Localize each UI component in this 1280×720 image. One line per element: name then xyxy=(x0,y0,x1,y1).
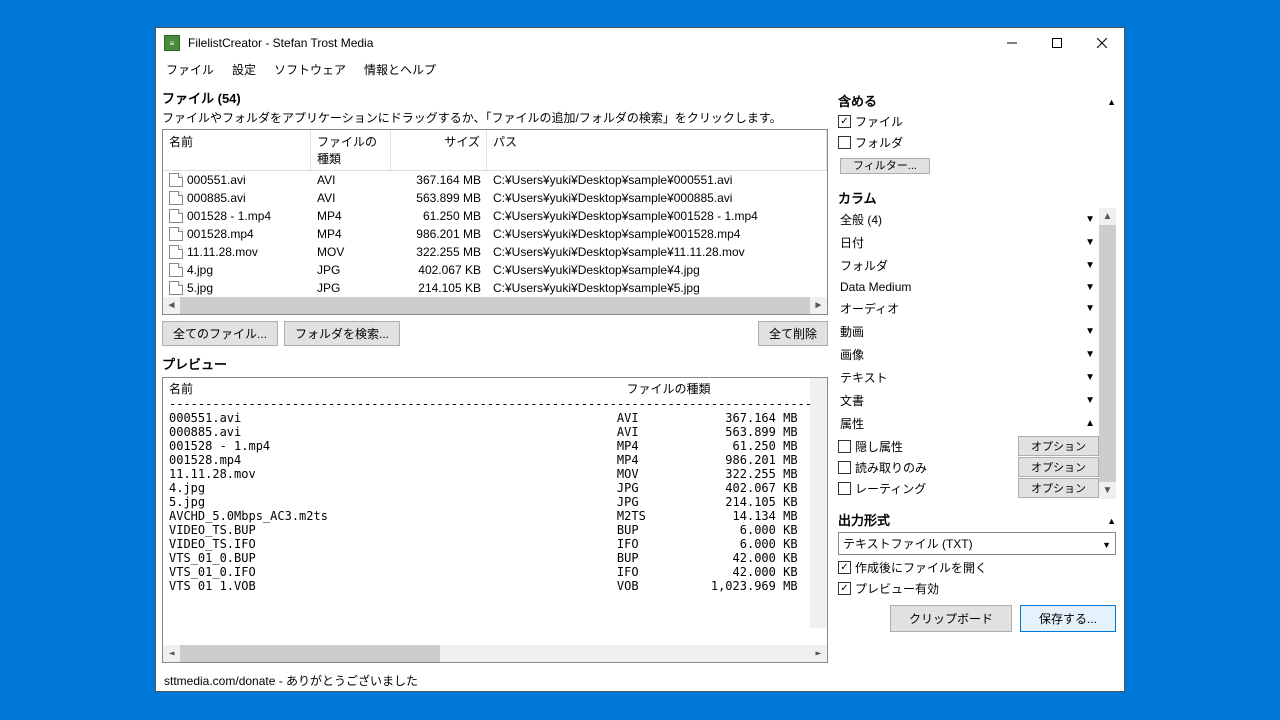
column-item[interactable]: 文書▼ xyxy=(838,389,1099,412)
column-item[interactable]: オーディオ▼ xyxy=(838,297,1099,320)
column-item[interactable]: テキスト▼ xyxy=(838,366,1099,389)
chevron-icon: ▲ xyxy=(1085,418,1095,429)
preview-line: 5.jpg JPG 214.105 KB C:\U: xyxy=(169,495,825,509)
include-header: 含める xyxy=(838,91,877,110)
titlebar: ≡ FilelistCreator - Stefan Trost Media xyxy=(156,28,1124,58)
chevron-icon: ▼ xyxy=(1085,395,1095,406)
menu-settings[interactable]: 設定 xyxy=(228,59,260,80)
columns-header: カラム xyxy=(838,188,877,207)
chevron-icon: ▼ xyxy=(1085,349,1095,360)
include-folder-checkbox[interactable]: フォルダ xyxy=(838,134,1116,151)
preview-header: プレビュー xyxy=(162,354,828,373)
column-item[interactable]: 全般 (4)▼ xyxy=(838,208,1099,231)
preview-v-scrollbar[interactable] xyxy=(810,378,827,628)
file-icon xyxy=(169,263,183,277)
preview-line: 4.jpg JPG 402.067 KB C:\U: xyxy=(169,481,825,495)
preview-on-checkbox[interactable]: ✓プレビュー有効 xyxy=(838,580,1116,597)
chevron-icon: ▼ xyxy=(1085,326,1095,337)
window-title: FilelistCreator - Stefan Trost Media xyxy=(188,36,989,50)
column-item[interactable]: Data Medium▼ xyxy=(838,277,1099,297)
menu-file[interactable]: ファイル xyxy=(162,59,218,80)
col-name[interactable]: 名前 xyxy=(163,130,311,170)
preview-h-scrollbar[interactable]: ◄► xyxy=(163,645,827,662)
column-item[interactable]: 画像▼ xyxy=(838,343,1099,366)
preview-line: 000885.avi AVI 563.899 MB C:\U: xyxy=(169,425,825,439)
table-row[interactable]: 001528 - 1.mp4MP461.250 MBC:¥Users¥yuki¥… xyxy=(163,207,827,225)
file-icon xyxy=(169,173,183,187)
option-button[interactable]: オプション xyxy=(1018,436,1099,456)
file-icon xyxy=(169,281,183,295)
column-item[interactable]: 属性▲ xyxy=(838,412,1099,435)
close-button[interactable] xyxy=(1079,28,1124,58)
collapse-icon[interactable] xyxy=(1107,512,1116,527)
table-row[interactable]: 11.11.28.movMOV322.255 MBC:¥Users¥yuki¥D… xyxy=(163,243,827,261)
delete-all-button[interactable]: 全て削除 xyxy=(758,321,828,346)
clipboard-button[interactable]: クリップボード xyxy=(890,605,1012,632)
chevron-icon: ▼ xyxy=(1085,282,1095,293)
all-files-button[interactable]: 全てのファイル... xyxy=(162,321,278,346)
preview-line: VTS_01_0.IFO IFO 42.000 KB C:\U: xyxy=(169,565,825,579)
attr_hidden-checkbox[interactable]: 隠し属性 xyxy=(838,438,903,455)
output-header: 出力形式 xyxy=(838,510,890,529)
column-item[interactable]: 動画▼ xyxy=(838,320,1099,343)
output-format-select[interactable]: テキストファイル (TXT) xyxy=(838,532,1116,555)
menu-software[interactable]: ソフトウェア xyxy=(270,59,350,80)
app-icon: ≡ xyxy=(164,35,180,51)
status-bar: sttmedia.com/donate - ありがとうございました xyxy=(156,669,1124,691)
chevron-icon: ▼ xyxy=(1085,303,1095,314)
preview-box[interactable]: 名前 ファイルの種類 サイズ -------------------------… xyxy=(162,377,828,663)
file-list-header[interactable]: 名前 ファイルの種類 サイズ パス xyxy=(163,130,827,171)
table-row[interactable]: 000885.aviAVI563.899 MBC:¥Users¥yuki¥Des… xyxy=(163,189,827,207)
chevron-icon: ▼ xyxy=(1085,372,1095,383)
preview-line: 11.11.28.mov MOV 322.255 MB C:\U: xyxy=(169,467,825,481)
preview-line: VTS 01 1.VOB VOB 1,023.969 MB C:\U: xyxy=(169,579,825,593)
h-scrollbar[interactable]: ◄► xyxy=(163,297,827,314)
col-type[interactable]: ファイルの種類 xyxy=(311,130,391,170)
save-button[interactable]: 保存する... xyxy=(1020,605,1116,632)
chevron-down-icon xyxy=(1102,537,1111,551)
option-button[interactable]: オプション xyxy=(1018,478,1099,498)
attr_readonly-checkbox[interactable]: 読み取りのみ xyxy=(838,459,927,476)
filter-button[interactable]: フィルター... xyxy=(840,158,930,174)
file-list[interactable]: 名前 ファイルの種類 サイズ パス 000551.aviAVI367.164 M… xyxy=(162,129,828,315)
menu-help[interactable]: 情報とヘルプ xyxy=(360,59,440,80)
option-button[interactable]: オプション xyxy=(1018,457,1099,477)
menubar: ファイル 設定 ソフトウェア 情報とヘルプ xyxy=(156,58,1124,80)
minimize-button[interactable] xyxy=(989,28,1034,58)
open-after-checkbox[interactable]: ✓作成後にファイルを開く xyxy=(838,559,1116,576)
files-hint: ファイルやフォルダをアプリケーションにドラッグするか、「ファイルの追加/フォルダ… xyxy=(162,109,828,126)
column-item[interactable]: 日付▼ xyxy=(838,231,1099,254)
files-header: ファイル (54) xyxy=(162,88,241,107)
col-path[interactable]: パス xyxy=(487,130,827,170)
chevron-icon: ▼ xyxy=(1085,214,1095,225)
chevron-icon: ▼ xyxy=(1085,260,1095,271)
preview-line: 001528.mp4 MP4 986.201 MB C:\U: xyxy=(169,453,825,467)
preview-line: AVCHD_5.0Mbps_AC3.m2ts M2TS 14.134 MB C:… xyxy=(169,509,825,523)
chevron-icon: ▼ xyxy=(1085,237,1095,248)
column-item[interactable]: フォルダ▼ xyxy=(838,254,1099,277)
preview-line: 000551.avi AVI 367.164 MB C:\U: xyxy=(169,411,825,425)
table-row[interactable]: 000551.aviAVI367.164 MBC:¥Users¥yuki¥Des… xyxy=(163,171,827,189)
include-file-checkbox[interactable]: ✓ファイル xyxy=(838,113,1116,130)
file-icon xyxy=(169,209,183,223)
columns-v-scrollbar[interactable]: ▲▼ xyxy=(1099,208,1116,499)
file-icon xyxy=(169,245,183,259)
col-size[interactable]: サイズ xyxy=(391,130,487,170)
preview-line: VIDEO_TS.BUP BUP 6.000 KB C:\U: xyxy=(169,523,825,537)
table-row[interactable]: 4.jpgJPG402.067 KBC:¥Users¥yuki¥Desktop¥… xyxy=(163,261,827,279)
preview-line: VIDEO_TS.IFO IFO 6.000 KB C:\U: xyxy=(169,537,825,551)
file-icon xyxy=(169,227,183,241)
attr_rating-checkbox[interactable]: レーティング xyxy=(838,480,926,497)
file-icon xyxy=(169,191,183,205)
table-row[interactable]: 001528.mp4MP4986.201 MBC:¥Users¥yuki¥Des… xyxy=(163,225,827,243)
search-folder-button[interactable]: フォルダを検索... xyxy=(284,321,400,346)
maximize-button[interactable] xyxy=(1034,28,1079,58)
collapse-icon[interactable] xyxy=(1107,93,1116,108)
table-row[interactable]: 5.jpgJPG214.105 KBC:¥Users¥yuki¥Desktop¥… xyxy=(163,279,827,297)
preview-line: 001528 - 1.mp4 MP4 61.250 MB C:\U: xyxy=(169,439,825,453)
preview-line: VTS_01_0.BUP BUP 42.000 KB C:\U: xyxy=(169,551,825,565)
